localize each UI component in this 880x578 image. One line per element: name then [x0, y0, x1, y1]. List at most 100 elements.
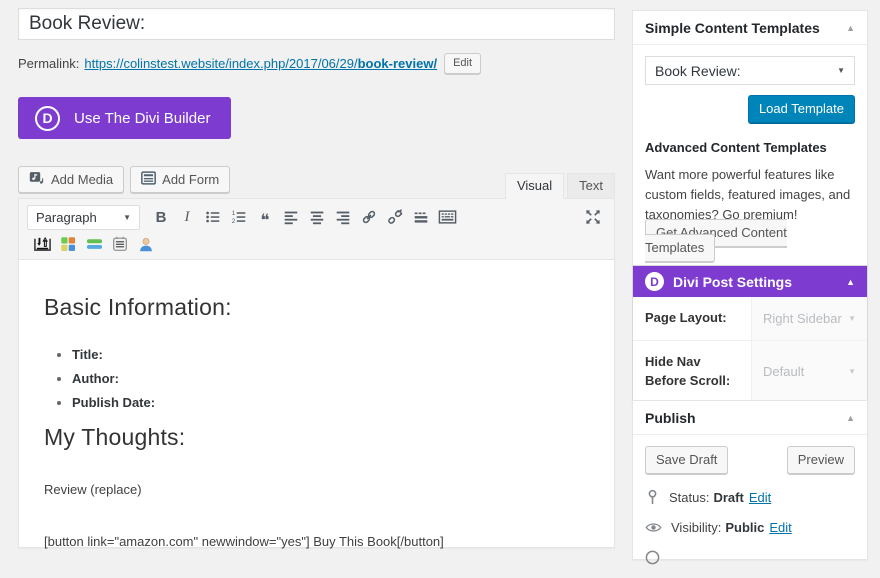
panel-title: Simple Content Templates — [645, 20, 820, 36]
divi-setting-row-hide-nav: Hide Nav Before Scroll: Default ▼ — [633, 341, 867, 403]
load-template-button[interactable]: Load Template — [748, 95, 855, 123]
content-heading-my-thoughts: My Thoughts: — [44, 424, 589, 451]
tab-text[interactable]: Text — [567, 173, 615, 198]
chevron-down-icon: ▼ — [848, 367, 856, 376]
paragraph-format-select[interactable]: Paragraph ▼ — [27, 205, 140, 230]
form-icon — [141, 171, 156, 188]
template-select[interactable]: Book Review: ▼ — [645, 56, 855, 85]
toolbar-toggle-button[interactable] — [434, 205, 460, 229]
bullet-list-button[interactable] — [200, 205, 226, 229]
content-button-shortcode: [button link="amazon.com" newwindow="yes… — [44, 534, 589, 549]
use-divi-builder-button[interactable]: D Use The Divi Builder — [18, 97, 231, 139]
permalink-label: Permalink: — [18, 56, 79, 71]
tab-visual[interactable]: Visual — [505, 173, 564, 199]
editor-box: Paragraph ▼ B I 12 ❝ — [18, 198, 615, 548]
media-icon — [29, 171, 45, 189]
advanced-templates-title: Advanced Content Templates — [645, 140, 855, 155]
visibility-edit-link[interactable]: Edit — [769, 520, 791, 535]
list-item: Title: — [72, 347, 589, 362]
paragraph-select-value: Paragraph — [36, 210, 97, 225]
panel-simple-content-templates: Simple Content Templates ▲ Book Review: … — [632, 10, 868, 269]
permalink-row: Permalink: https://colinstest.website/in… — [18, 53, 615, 74]
save-draft-button[interactable]: Save Draft — [645, 446, 728, 474]
editor-toolbar: Paragraph ▼ B I 12 ❝ — [19, 199, 614, 260]
permalink-link[interactable]: https://colinstest.website/index.php/201… — [84, 56, 437, 71]
insert-link-button[interactable] — [356, 205, 382, 229]
publish-header[interactable]: Publish ▲ — [633, 401, 867, 435]
divi-logo-icon: D — [645, 272, 664, 291]
columns-bars-icon[interactable] — [81, 232, 107, 256]
divi-post-settings-header[interactable]: D Divi Post Settings ▲ — [633, 266, 867, 297]
list-item: Author: — [72, 371, 589, 386]
content-heading-basic-information: Basic Information: — [44, 294, 589, 321]
italic-button[interactable]: I — [174, 205, 200, 229]
setting-label: Hide Nav Before Scroll: — [633, 341, 751, 403]
status-edit-link[interactable]: Edit — [749, 490, 771, 505]
editor-content[interactable]: Basic Information: Title: Author: Publis… — [19, 260, 614, 563]
permalink-edit-button[interactable]: Edit — [444, 53, 481, 74]
pin-icon — [645, 489, 660, 505]
page-layout-select[interactable]: Right Sidebar ▼ — [751, 297, 867, 340]
eye-icon — [645, 521, 662, 534]
chevron-down-icon: ▼ — [837, 66, 845, 75]
simple-content-templates-body: Book Review: ▼ Load Template Advanced Co… — [633, 45, 867, 268]
add-media-button[interactable]: Add Media — [18, 166, 124, 193]
list-item: Publish Date: — [72, 395, 589, 410]
visibility-value: Public — [725, 520, 764, 535]
align-center-button[interactable] — [304, 205, 330, 229]
svg-text:2: 2 — [232, 218, 236, 225]
schedule-row — [645, 550, 855, 565]
setting-value: Right Sidebar — [763, 311, 842, 326]
setting-label: Page Layout: — [633, 297, 751, 340]
status-label: Status: — [669, 490, 709, 505]
editor-top-row: Add Media Add Form Visual Text — [18, 166, 615, 198]
add-form-button[interactable]: Add Form — [130, 166, 230, 193]
panel-publish: Publish ▲ Save Draft Preview Status: Dra… — [632, 400, 868, 560]
hide-nav-select[interactable]: Default ▼ — [751, 341, 867, 403]
notepad-icon[interactable] — [107, 232, 133, 256]
status-value: Draft — [713, 490, 743, 505]
publish-buttons-row: Save Draft Preview — [645, 446, 855, 474]
content-review-paragraph: Review (replace) — [44, 482, 589, 497]
collapse-icon[interactable]: ▲ — [846, 277, 855, 287]
align-right-button[interactable] — [330, 205, 356, 229]
toolbar-row-2 — [27, 231, 606, 257]
divi-logo-icon: D — [35, 106, 60, 131]
color-grid-icon[interactable] — [55, 232, 81, 256]
media-buttons: Add Media Add Form — [18, 166, 230, 193]
fullscreen-button[interactable] — [580, 205, 606, 229]
import-export-icon[interactable] — [29, 232, 55, 256]
content-bullet-list: Title: Author: Publish Date: — [58, 347, 589, 410]
calendar-icon — [645, 550, 660, 565]
advanced-templates-text: Want more powerful features like custom … — [645, 165, 855, 225]
template-select-value: Book Review: — [655, 63, 741, 79]
simple-content-templates-header[interactable]: Simple Content Templates ▲ — [633, 11, 867, 45]
get-advanced-templates-button[interactable]: Get Advanced Content Templates — [645, 219, 787, 262]
panel-title: Publish — [645, 410, 696, 426]
preview-button[interactable]: Preview — [787, 446, 855, 474]
blockquote-button[interactable]: ❝ — [252, 205, 278, 229]
status-row: Status: Draft Edit — [645, 489, 855, 505]
more-tag-button[interactable] — [408, 205, 434, 229]
chevron-down-icon: ▼ — [848, 314, 856, 323]
collapse-icon[interactable]: ▲ — [846, 23, 855, 33]
visibility-row: Visibility: Public Edit — [645, 520, 855, 535]
bold-button[interactable]: B — [148, 205, 174, 229]
align-left-button[interactable] — [278, 205, 304, 229]
svg-text:1: 1 — [232, 210, 236, 217]
editor-column: Permalink: https://colinstest.website/in… — [18, 8, 615, 548]
divi-setting-row-page-layout: Page Layout: Right Sidebar ▼ — [633, 297, 867, 341]
collapse-icon[interactable]: ▲ — [846, 413, 855, 423]
visibility-label: Visibility: — [671, 520, 721, 535]
post-title-input[interactable] — [18, 8, 615, 40]
toolbar-row-1: Paragraph ▼ B I 12 ❝ — [27, 203, 606, 231]
numbered-list-button[interactable]: 12 — [226, 205, 252, 229]
user-person-icon[interactable] — [133, 232, 159, 256]
remove-link-button[interactable] — [382, 205, 408, 229]
setting-value: Default — [763, 364, 804, 379]
divi-button-label: Use The Divi Builder — [74, 110, 210, 127]
add-form-label: Add Form — [162, 172, 219, 187]
editor-mode-tabs: Visual Text — [502, 173, 615, 198]
sidebar: Simple Content Templates ▲ Book Review: … — [632, 0, 868, 540]
panel-title: Divi Post Settings — [673, 274, 846, 290]
